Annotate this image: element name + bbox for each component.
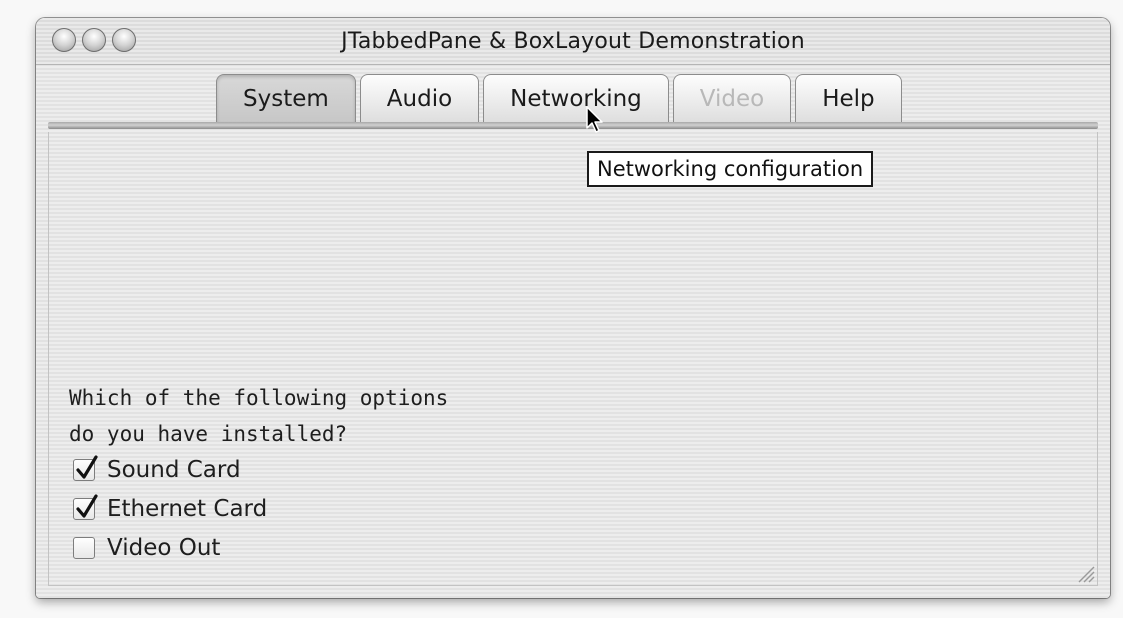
tab-help[interactable]: Help [795,74,902,122]
tab-system[interactable]: System [216,74,356,122]
networking-tooltip: Networking configuration [587,151,874,187]
checkbox-label: Sound Card [107,456,241,483]
title-bar[interactable]: JTabbedPane & BoxLayout Demonstration [36,18,1110,65]
checkmark-icon [76,493,98,518]
window-title: JTabbedPane & BoxLayout Demonstration [341,29,805,54]
tab-strip: System Audio Networking Video Help [216,74,906,126]
tab-divider [48,122,1098,129]
sound-card-checkbox[interactable]: Sound Card [73,450,267,489]
options-list: Sound Card Ethernet Card Video Out [73,450,267,567]
tab-networking[interactable]: Networking [483,74,669,122]
tab-audio[interactable]: Audio [359,74,480,122]
tab-video: Video [672,74,792,122]
checkbox-box[interactable] [73,536,95,559]
tab-content-panel: Which of the following options do you ha… [48,132,1098,586]
question-line-2: do you have installed? [69,422,348,446]
arrow-pointer-icon [586,106,603,133]
checkbox-label: Video Out [107,534,221,561]
question-line-1: Which of the following options [69,386,449,410]
resize-grip-icon[interactable] [1077,565,1095,583]
checkbox-box[interactable] [73,454,98,481]
ethernet-card-checkbox[interactable]: Ethernet Card [73,489,267,528]
checkbox-box[interactable] [73,493,98,520]
app-window: JTabbedPane & BoxLayout Demonstration Sy… [36,18,1110,598]
screen: JTabbedPane & BoxLayout Demonstration Sy… [0,0,1123,618]
checkmark-icon [76,454,98,479]
checkbox-label: Ethernet Card [107,495,268,522]
video-out-checkbox[interactable]: Video Out [73,528,267,567]
options-question: Which of the following options do you ha… [69,380,448,452]
